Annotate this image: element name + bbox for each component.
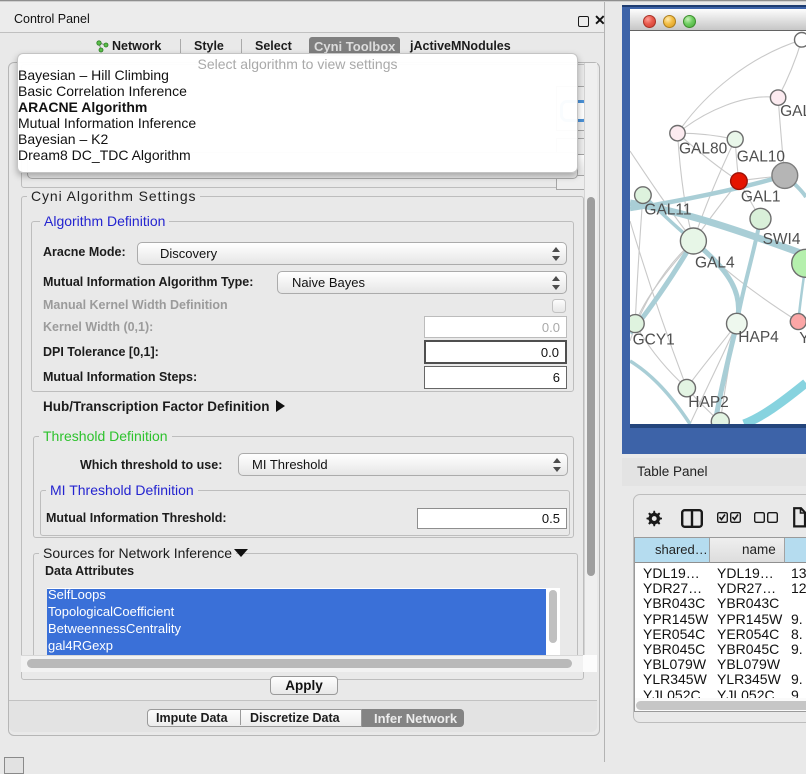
svg-text:GAL4: GAL4 (695, 255, 735, 272)
svg-text:GAL1: GAL1 (741, 189, 781, 206)
svg-text:GAL11: GAL11 (644, 202, 691, 219)
svg-text:GCY1: GCY1 (633, 332, 675, 349)
svg-text:SWI4: SWI4 (763, 231, 801, 248)
svg-text:GAL10: GAL10 (737, 149, 786, 166)
svg-text:HAP2: HAP2 (688, 394, 729, 411)
svg-text:GAL80: GAL80 (679, 141, 728, 158)
svg-text:HAP4: HAP4 (738, 329, 779, 346)
svg-text:Y: Y (799, 330, 806, 347)
svg-text:GAL7: GAL7 (780, 103, 806, 120)
